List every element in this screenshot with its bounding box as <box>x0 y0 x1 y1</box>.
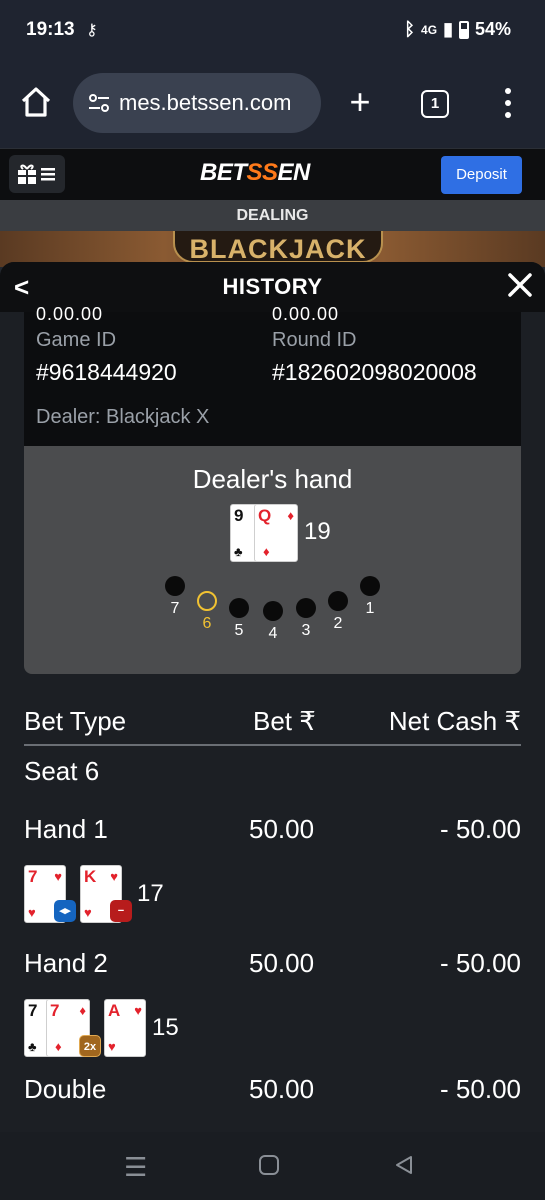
seat-label-5: 5 <box>234 622 244 639</box>
hand-2-net: - 50.00 <box>440 948 521 978</box>
game-title: BLACKJACK <box>173 231 383 264</box>
diamond-icon: ♦ <box>287 508 294 523</box>
seat-dot-3 <box>296 598 316 618</box>
battery-icon <box>458 20 469 39</box>
col-bet-type: Bet Type <box>24 706 127 736</box>
history-title: HISTORY <box>222 274 323 299</box>
browser-menu-icon[interactable] <box>500 88 516 122</box>
seat-label: Seat 6 <box>24 756 100 786</box>
dealers-hand-label: Dealer's hand <box>192 464 353 494</box>
site-header: BETSSEN Deposit <box>0 148 545 200</box>
club-icon: ♣ <box>28 1039 37 1054</box>
col-bet: Bet ₹ <box>253 706 316 736</box>
seat-dot-1 <box>360 576 380 596</box>
dealer-card-2: Q ♦ ♦ <box>254 504 298 562</box>
seat-label-2: 2 <box>333 615 343 632</box>
double-chip-icon: 2x <box>79 1035 101 1057</box>
hand-1-total: 17 <box>137 880 164 907</box>
col-net-cash: Net Cash ₹ <box>388 706 521 736</box>
heart-icon: ♥ <box>54 869 62 884</box>
screen: 19:13 ⚷ ᛒ 4G ▮ 54% mes.betssen.com + 1 B… <box>0 0 545 1200</box>
hand-2-type: Hand 2 <box>24 948 108 978</box>
round-date-clipped: 0.00.00 <box>272 304 340 324</box>
club-icon: ♣ <box>234 544 243 559</box>
key-icon: ⚷ <box>86 22 98 39</box>
round-info: 0.00.00 0.00.00 Game ID Round ID #961844… <box>24 304 521 446</box>
round-id-label: Round ID <box>272 329 357 351</box>
gift-icon <box>18 164 55 184</box>
game-status: DEALING <box>0 200 545 231</box>
browser-toolbar: mes.betssen.com + 1 <box>0 60 545 148</box>
new-tab-icon[interactable]: + <box>345 84 375 120</box>
round-time-clipped: 0.00.00 <box>36 304 104 324</box>
double-bet: 50.00 <box>249 1074 315 1104</box>
round-id-value: #182602098020008 <box>272 359 477 385</box>
deposit-button[interactable]: Deposit <box>441 156 522 194</box>
address-bar[interactable]: mes.betssen.com <box>73 73 321 133</box>
signal-bars-icon: ▮ <box>443 19 453 39</box>
home-nav-icon[interactable] <box>258 1152 280 1183</box>
hand-1-bet: 50.00 <box>249 814 315 844</box>
site-settings-icon[interactable] <box>87 91 111 115</box>
hand-2-card-3: A ♥ ♥ <box>104 999 146 1057</box>
status-bar: 19:13 ⚷ ᛒ 4G ▮ 54% <box>0 0 545 60</box>
seat-label-7: 7 <box>170 600 180 617</box>
dealer-name: Dealer: Blackjack X <box>36 406 210 428</box>
dealer-hand-panel: Dealer's hand 9 ♣ Q ♦ ♦ 19 7 6 5 4 3 2 1 <box>24 446 521 674</box>
bluetooth-icon: ᛒ <box>404 19 416 39</box>
close-icon[interactable] <box>507 272 533 298</box>
history-panel: < HISTORY 0.00.00 0.00.00 Game ID Round … <box>0 262 545 1132</box>
tab-switcher-button[interactable]: 1 <box>421 90 449 118</box>
site-logo[interactable]: BETSSEN <box>200 159 310 187</box>
split-chip-icon: ◂▸ <box>54 900 76 922</box>
dealer-total: 19 <box>304 518 331 545</box>
system-nav-bar: ☰ <box>0 1132 545 1200</box>
hand-2-bet: 50.00 <box>249 948 315 978</box>
seat-dot-7 <box>165 576 185 596</box>
promo-menu-button[interactable] <box>9 155 65 193</box>
seat-dot-6 <box>197 591 217 611</box>
game-id-label: Game ID <box>36 329 117 351</box>
seat-dot-4 <box>263 601 283 621</box>
hand-1-type: Hand 1 <box>24 814 108 844</box>
hand-1-net: - 50.00 <box>440 814 521 844</box>
heart-icon: ♥ <box>110 869 118 884</box>
hand-2-total: 15 <box>152 1014 179 1041</box>
seat-label-3: 3 <box>301 622 311 639</box>
signal-icon: 4G <box>421 22 438 37</box>
heart-icon: ♥ <box>134 1003 142 1018</box>
url-text: mes.betssen.com <box>119 90 292 115</box>
home-icon[interactable] <box>18 84 54 120</box>
seat-dot-2 <box>328 591 348 611</box>
battery-level: 54% <box>474 19 511 39</box>
back-nav-icon[interactable] <box>393 1152 415 1183</box>
seat-label-1: 1 <box>365 600 375 617</box>
recent-apps-icon[interactable]: ☰ <box>124 1152 147 1183</box>
minus-chip-icon: − <box>110 900 132 922</box>
seat-dot-5 <box>229 598 249 618</box>
bets-table-header: Bet Type Bet ₹ Net Cash ₹ <box>24 702 521 746</box>
double-net: - 50.00 <box>440 1074 521 1104</box>
diamond-icon: ♦ <box>79 1003 86 1018</box>
seat-label-6: 6 <box>202 615 212 632</box>
double-type: Double <box>24 1074 107 1104</box>
status-time: 19:13 <box>26 19 75 40</box>
game-id-value: #9618444920 <box>36 359 177 385</box>
status-right: ᛒ 4G ▮ 54% <box>404 19 511 40</box>
seat-label-4: 4 <box>268 625 278 642</box>
